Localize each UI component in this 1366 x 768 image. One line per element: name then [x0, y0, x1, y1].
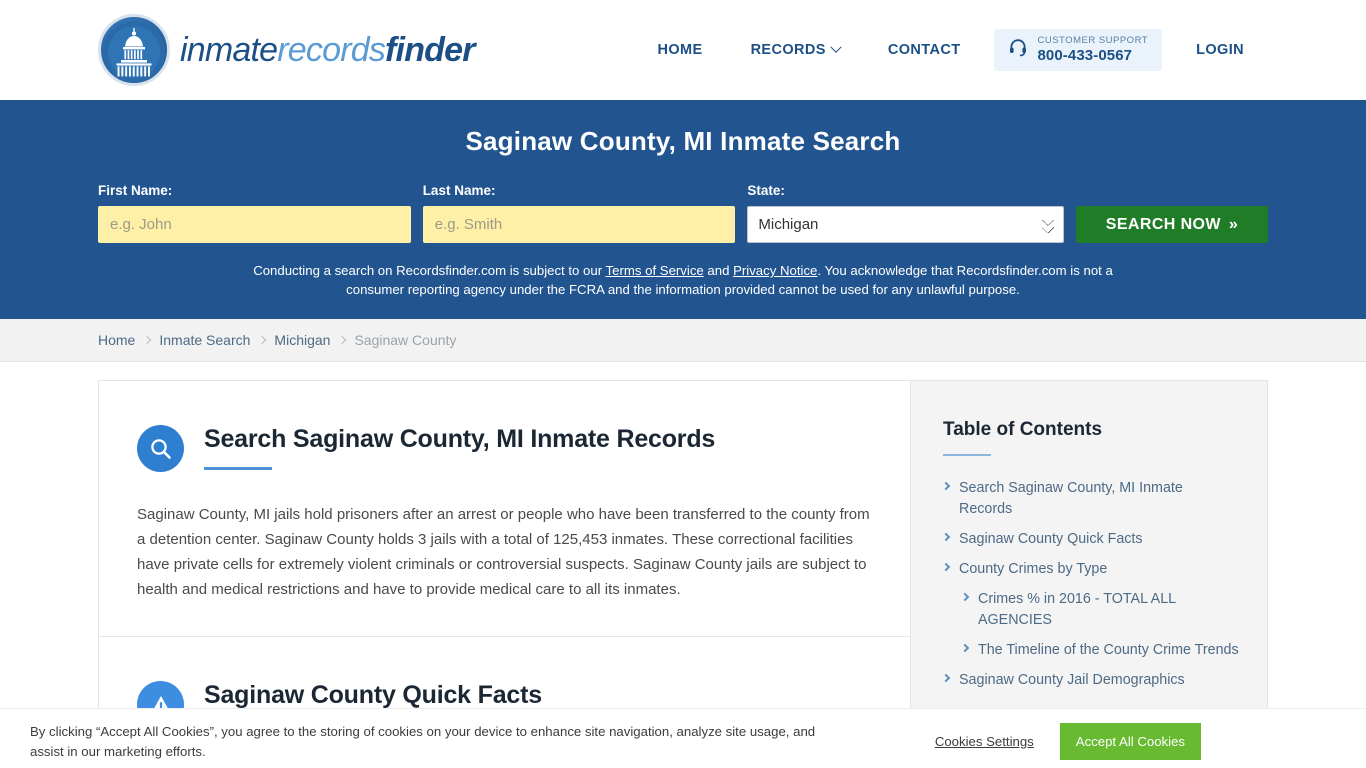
- terms-of-service-link[interactable]: Terms of Service: [606, 263, 704, 278]
- inmate-search-form: First Name: Last Name: State: Michigan S…: [98, 183, 1268, 243]
- toc-underline: [943, 454, 991, 457]
- cookie-banner-actions: Cookies Settings Accept All Cookies: [935, 717, 1336, 760]
- toc-item-sub[interactable]: The Timeline of the County Crime Trends: [943, 640, 1239, 660]
- toc-item[interactable]: Search Saginaw County, MI Inmate Records: [941, 478, 1239, 519]
- breadcrumb: Home Inmate Search Michigan Saginaw Coun…: [0, 319, 1366, 363]
- breadcrumb-item-inmate-search[interactable]: Inmate Search: [159, 332, 250, 348]
- nav-item-login[interactable]: LOGIN: [1172, 32, 1268, 68]
- site-header: inmaterecordsfinder HOME RECORDS CONTACT: [0, 0, 1366, 100]
- brand-part-finder: finder: [385, 30, 475, 69]
- nav-item-contact-label: CONTACT: [887, 41, 961, 58]
- search-disclaimer: Conducting a search on Recordsfinder.com…: [248, 261, 1118, 299]
- double-chevron-right-icon: »: [1228, 215, 1239, 233]
- cookies-settings-link[interactable]: Cookies Settings: [935, 734, 1034, 749]
- first-name-field-group: First Name:: [98, 183, 411, 243]
- accept-all-cookies-button[interactable]: Accept All Cookies: [1059, 723, 1201, 760]
- breadcrumb-item-michigan[interactable]: Michigan: [274, 332, 330, 348]
- last-name-label: Last Name:: [422, 183, 496, 198]
- section-title: Saginaw County Quick Facts: [204, 681, 542, 710]
- magnifier-icon: [137, 425, 184, 473]
- toc-link-jail-demographics[interactable]: Saginaw County Jail Demographics: [959, 670, 1185, 690]
- nav-item-login-label: LOGIN: [1196, 41, 1244, 58]
- brand-part-inmate: inmate: [180, 30, 278, 69]
- nav-item-contact[interactable]: CONTACT: [864, 32, 985, 68]
- nav-item-records[interactable]: RECORDS: [727, 32, 864, 68]
- toc-title: Table of Contents: [943, 419, 1103, 441]
- first-name-label: First Name:: [98, 183, 173, 198]
- chevron-right-icon: [941, 482, 951, 491]
- disclaimer-pre: Conducting a search on Recordsfinder.com…: [253, 263, 606, 278]
- search-now-button[interactable]: SEARCH NOW »: [1076, 206, 1268, 243]
- chevron-right-icon: [258, 336, 267, 345]
- toc-link-crimes-by-type[interactable]: County Crimes by Type: [959, 559, 1107, 579]
- chevron-right-icon: [960, 593, 970, 602]
- cookie-banner-text: By clicking “Accept All Cookies”, you ag…: [30, 724, 816, 759]
- toc-item[interactable]: Saginaw County Quick Facts: [941, 529, 1239, 549]
- chevron-right-icon: [941, 562, 951, 572]
- chevron-right-icon: [338, 336, 347, 345]
- site-logo[interactable]: inmaterecordsfinder: [98, 14, 475, 86]
- capitol-dome-logo-icon: [98, 14, 170, 86]
- toc-link-crime-trends[interactable]: The Timeline of the County Crime Trends: [978, 640, 1239, 660]
- brand-part-records: records: [277, 30, 386, 69]
- toc-item[interactable]: County Crimes by Type: [941, 559, 1239, 579]
- privacy-notice-link[interactable]: Privacy Notice: [733, 263, 817, 278]
- page-title: Saginaw County, MI Inmate Search: [465, 126, 901, 156]
- nav-item-home-label: HOME: [657, 41, 703, 58]
- support-phone-number: 800-433-0567: [1037, 46, 1133, 64]
- section-search-records: Search Saginaw County, MI Inmate Records…: [99, 381, 910, 636]
- toc-link-search-records[interactable]: Search Saginaw County, MI Inmate Records: [959, 478, 1239, 519]
- chevron-right-icon: [941, 532, 951, 542]
- title-underline: [204, 467, 272, 471]
- nav-item-records-label: RECORDS: [750, 41, 826, 58]
- chevron-right-icon: [941, 674, 951, 683]
- toc-list: Search Saginaw County, MI Inmate Records…: [941, 478, 1239, 690]
- toc-item-sub[interactable]: Crimes % in 2016 - TOTAL ALL AGENCIES: [943, 589, 1239, 630]
- search-now-label: SEARCH NOW: [1105, 215, 1221, 233]
- page-body: Search Saginaw County, MI Inmate Records…: [0, 362, 1366, 764]
- state-select[interactable]: Michigan: [747, 206, 1064, 243]
- toc-link-crimes-2016[interactable]: Crimes % in 2016 - TOTAL ALL AGENCIES: [978, 589, 1239, 630]
- headset-icon: [1008, 37, 1028, 62]
- cookie-consent-banner: By clicking “Accept All Cookies”, you ag…: [0, 708, 1366, 768]
- nav-item-home[interactable]: HOME: [633, 32, 726, 68]
- toc-item[interactable]: Saginaw County Jail Demographics: [941, 670, 1239, 690]
- chevron-down-icon: [830, 41, 842, 53]
- chevron-right-icon: [143, 336, 152, 345]
- section-header: Search Saginaw County, MI Inmate Records: [137, 423, 872, 473]
- chevron-right-icon: [960, 643, 970, 653]
- breadcrumb-item-current: Saginaw County: [354, 332, 457, 349]
- support-label: CUSTOMER SUPPORT: [1037, 34, 1149, 46]
- hero-search-panel: Saginaw County, MI Inmate Search First N…: [0, 100, 1366, 320]
- disclaimer-mid: and: [703, 263, 734, 278]
- toc-link-quick-facts[interactable]: Saginaw County Quick Facts: [959, 529, 1143, 549]
- main-navigation: HOME RECORDS CONTACT CUSTOMER SUPPORT 80…: [633, 28, 1268, 72]
- state-label: State:: [747, 183, 785, 198]
- section-title: Search Saginaw County, MI Inmate Records: [204, 425, 716, 454]
- first-name-input[interactable]: [98, 206, 411, 243]
- main-content-card: Search Saginaw County, MI Inmate Records…: [98, 380, 910, 764]
- customer-support-badge[interactable]: CUSTOMER SUPPORT 800-433-0567: [994, 28, 1163, 72]
- state-field-group: State: Michigan: [747, 183, 1064, 243]
- last-name-field-group: Last Name:: [422, 183, 736, 243]
- brand-wordmark: inmaterecordsfinder: [180, 31, 475, 70]
- table-of-contents: Table of Contents Search Saginaw County,…: [910, 380, 1268, 755]
- last-name-input[interactable]: [422, 206, 736, 243]
- breadcrumb-item-home[interactable]: Home: [98, 332, 135, 348]
- section-paragraph: Saginaw County, MI jails hold prisoners …: [137, 506, 870, 599]
